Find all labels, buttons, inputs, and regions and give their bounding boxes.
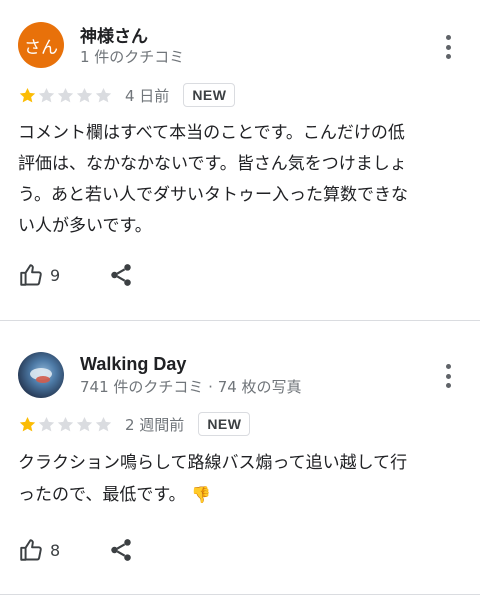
thumb-up-icon (18, 262, 44, 288)
review-text-line: クラクション鳴らして路線バス煽って追い越して行 (18, 453, 408, 473)
more-vert-icon (445, 364, 451, 369)
more-vert-icon-dot (445, 44, 451, 50)
star-rating (18, 415, 113, 434)
review-card: さん 神様さん 1 件のクチコミ 4 日前 NEW コメント欄はすべて本当のこと… (0, 0, 480, 320)
thumb-down-emoji: 👎 (191, 485, 211, 504)
review-time: 4 日前 (125, 86, 170, 105)
share-button[interactable] (108, 537, 134, 563)
star-empty-icon (56, 415, 75, 434)
review-text-line: う。あと若い人でダサいタトゥー入った算数できな (18, 185, 408, 205)
share-icon (108, 537, 134, 563)
thumb-up-icon (18, 537, 44, 563)
review-text-line: 評価は、なかなかないです。皆さん気をつけましょ (18, 154, 407, 174)
reviewer-avatar[interactable]: さん (18, 22, 64, 68)
star-filled-icon (18, 415, 37, 434)
reviewer-stats: 1 件のクチコミ (80, 48, 185, 66)
review-time: 2 週間前 (125, 415, 185, 434)
star-empty-icon (37, 86, 56, 105)
rating-row: 2 週間前 NEW (18, 411, 251, 437)
more-options-button[interactable] (436, 33, 460, 61)
more-vert-icon-dot (445, 54, 451, 59)
review-actions: 8 (18, 535, 134, 565)
reviewer-name[interactable]: 神様さん (80, 22, 148, 47)
like-count: 8 (50, 540, 61, 560)
more-vert-icon-dot (445, 383, 451, 388)
reviewer-name[interactable]: Walking Day (80, 354, 186, 375)
share-icon (108, 262, 134, 288)
review-actions: 9 (18, 260, 134, 290)
star-rating (18, 86, 113, 105)
review-text-line-content: ったので、最低です。 (18, 485, 186, 505)
review-divider (0, 320, 480, 321)
star-filled-icon (18, 86, 37, 105)
review-card: Walking Day 741 件のクチコミ · 74 枚の写真 2 週間前 N… (0, 322, 480, 596)
like-count: 9 (50, 265, 61, 285)
share-button[interactable] (108, 262, 134, 288)
review-text-line: コメント欄はすべて本当のことです。こんだけの低 (18, 123, 405, 143)
like-button[interactable]: 9 (18, 262, 60, 288)
star-empty-icon (94, 415, 113, 434)
review-text-line: ったので、最低です。 👎 (18, 479, 466, 511)
reviewer-avatar[interactable] (18, 352, 64, 398)
like-button[interactable]: 8 (18, 537, 60, 563)
star-empty-icon (75, 86, 94, 105)
rating-row: 4 日前 NEW (18, 82, 236, 108)
review-text: コメント欄はすべて本当のことです。こんだけの低 評価は、なかなかないです。皆さん… (18, 118, 466, 242)
more-vert-icon (445, 35, 451, 40)
star-empty-icon (37, 415, 56, 434)
star-empty-icon (94, 86, 113, 105)
avatar-photo-detail (36, 376, 50, 383)
reviewer-stats: 741 件のクチコミ · 74 枚の写真 (80, 378, 302, 396)
more-options-button[interactable] (436, 362, 460, 390)
review-text: クラクション鳴らして路線バス煽って追い越して行 ったので、最低です。 👎 (18, 448, 466, 511)
review-text-line: い人が多いです。 (18, 216, 152, 236)
new-badge: NEW (183, 83, 236, 107)
star-empty-icon (56, 86, 75, 105)
star-empty-icon (75, 415, 94, 434)
more-vert-icon-dot (445, 373, 451, 379)
new-badge: NEW (198, 412, 251, 436)
review-divider (0, 594, 480, 595)
avatar-initial: さん (24, 37, 58, 58)
